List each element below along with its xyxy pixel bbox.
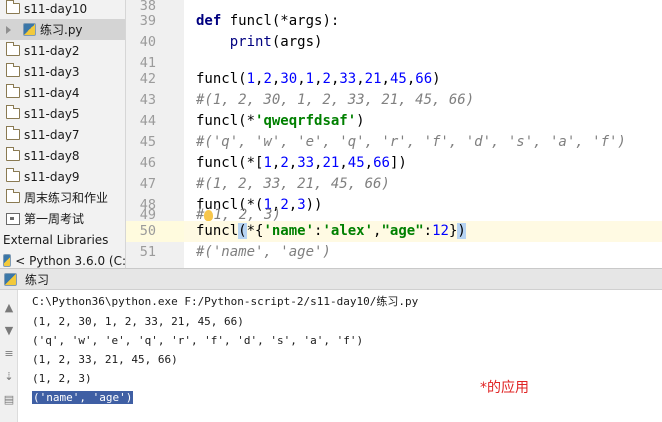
folder-icon — [6, 0, 20, 14]
run-console[interactable]: C:\Python36\python.exe F:/Python-script-… — [18, 290, 662, 422]
scroll-down-arrow-icon[interactable]: ▼ — [2, 323, 16, 337]
code-line-42[interactable]: funcl(1,2,30,1,2,33,21,45,66) — [196, 69, 441, 90]
python-run-icon — [4, 272, 17, 286]
tree-item-s11-day9[interactable]: s11-day9 — [0, 166, 125, 187]
folder-icon — [6, 147, 20, 161]
tree-item-s11-day5[interactable]: s11-day5 — [0, 103, 125, 124]
tree-item-s11-day2[interactable]: s11-day2 — [0, 40, 125, 61]
tree-item-s11-day8[interactable]: s11-day8 — [0, 145, 125, 166]
folder-icon — [6, 84, 20, 98]
console-output-line: (1, 2, 30, 1, 2, 33, 21, 45, 66) — [32, 315, 244, 328]
tree-item-s11-day10[interactable]: s11-day10 — [0, 0, 125, 19]
tree-item-lianxi-py[interactable]: 练习.py — [0, 19, 125, 40]
package-icon — [6, 212, 20, 225]
code-line-47[interactable]: #(1, 2, 33, 21, 45, 66) — [196, 174, 390, 195]
line-number: 44 — [139, 113, 156, 129]
tree-item-s11-day4[interactable]: s11-day4 — [0, 82, 125, 103]
python-sdk-icon — [3, 254, 12, 267]
run-panel-header: 练习 — [0, 268, 662, 290]
python-file-icon — [23, 23, 36, 36]
code-line-45[interactable]: #('q', 'w', 'e', 'q', 'r', 'f', 'd', 's'… — [196, 132, 626, 153]
print-icon[interactable]: ▤ — [2, 392, 16, 406]
code-line-44[interactable]: funcl(*'qweqrfdsaf') — [196, 111, 365, 132]
folder-icon — [6, 105, 20, 119]
red-annotation-text: *的应用 — [480, 380, 529, 396]
folder-icon — [6, 168, 20, 182]
tree-item-python-sdk[interactable]: < Python 3.6.0 (C: — [0, 250, 125, 268]
line-number: 40 — [139, 34, 156, 50]
console-output-line-selected: ('name', 'age') — [32, 391, 134, 404]
scroll-up-arrow-icon[interactable]: ▲ — [2, 300, 16, 314]
tree-item-week1-exam[interactable]: 第一周考试 — [0, 208, 125, 229]
code-editor[interactable]: def funcl(*args): print(args) funcl(1,2,… — [184, 0, 662, 268]
line-number: 47 — [139, 176, 156, 192]
tree-item-external-libraries[interactable]: External Libraries — [0, 229, 125, 250]
project-tree: s11-day10 练习.py s11-day2 s11-day3 s11-da… — [0, 0, 126, 268]
folder-icon — [6, 189, 20, 203]
code-line-39[interactable]: def funcl(*args): — [196, 11, 339, 32]
tree-item-weekend-homework[interactable]: 周末练习和作业 — [0, 187, 125, 208]
scroll-to-end-icon[interactable]: ⇣ — [2, 369, 16, 383]
tree-item-s11-day7[interactable]: s11-day7 — [0, 124, 125, 145]
line-number: 42 — [139, 71, 156, 87]
code-line-43[interactable]: #(1, 2, 30, 1, 2, 33, 21, 45, 66) — [196, 90, 474, 111]
line-number: 46 — [139, 155, 156, 171]
folder-icon — [6, 42, 20, 56]
line-number: 50 — [139, 223, 156, 239]
console-output-line: (1, 2, 33, 21, 45, 66) — [32, 353, 178, 366]
folder-icon — [6, 126, 20, 140]
console-output-line: (1, 2, 3) — [32, 372, 92, 385]
soft-wrap-icon[interactable]: ≡ — [2, 346, 16, 360]
code-line-51[interactable]: #('name', 'age') — [196, 242, 331, 263]
line-number: 43 — [139, 92, 156, 108]
run-toolbar: ▲ ▼ ≡ ⇣ ▤ — [0, 290, 18, 422]
line-number: 45 — [139, 134, 156, 150]
line-number-gutter[interactable]: 38 39 40 41 42 43 44 45 46 47 48 49 50 5… — [126, 0, 194, 268]
run-tab-label[interactable]: 练习 — [25, 271, 49, 288]
line-number: 51 — [139, 244, 156, 260]
code-line-50[interactable]: funcl(*{'name':'alex',"age":12}) — [196, 221, 466, 242]
line-number: 39 — [139, 13, 156, 29]
console-command-line: C:\Python36\python.exe F:/Python-script-… — [32, 295, 419, 308]
expand-arrow-icon[interactable] — [6, 25, 11, 34]
tree-item-s11-day3[interactable]: s11-day3 — [0, 61, 125, 82]
code-line-40[interactable]: print(args) — [196, 32, 323, 53]
code-line-46[interactable]: funcl(*[1,2,33,21,45,66]) — [196, 153, 407, 174]
console-output-line: ('q', 'w', 'e', 'q', 'r', 'f', 'd', 's',… — [32, 334, 364, 347]
folder-icon — [6, 63, 20, 77]
